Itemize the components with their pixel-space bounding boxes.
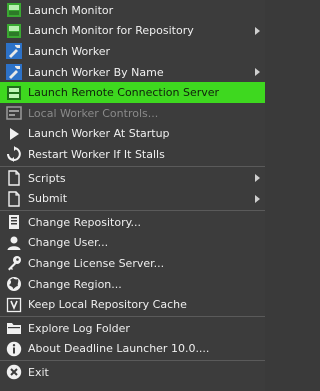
menu-item-label: Change User... (28, 236, 109, 250)
menu-item-explore-log-folder[interactable]: Explore Log Folder (0, 318, 265, 339)
menu-item-label: Scripts (28, 171, 66, 185)
file-icon (6, 190, 22, 207)
menu-item-label: Launch Monitor for Repository (28, 24, 194, 38)
menu-item-label: Change Repository... (28, 215, 142, 229)
menu-item-launch-monitor[interactable]: Launch Monitor (0, 0, 265, 21)
menu-item-submit[interactable]: Submit (0, 188, 265, 209)
repository-icon (6, 214, 22, 230)
menu-item-label: Change License Server... (28, 256, 165, 270)
monitor-icon (6, 23, 22, 39)
menu-item-label: Restart Worker If It Stalls (28, 147, 165, 161)
submenu-arrow-icon (255, 68, 260, 77)
controls-icon (6, 105, 22, 121)
menu-item-launch-worker[interactable]: Launch Worker (0, 41, 265, 62)
menu-item-launch-worker-by-name[interactable]: Launch Worker By Name (0, 62, 265, 83)
file-icon (6, 170, 22, 186)
menu-item-label: Submit (28, 192, 68, 206)
worker-icon (6, 43, 22, 60)
monitor-icon (6, 2, 22, 18)
folder-icon (6, 320, 22, 336)
menu-item-change-region[interactable]: Change Region... (0, 274, 265, 295)
menu-item-label: Launch Worker At Startup (28, 127, 170, 141)
menu-separator (0, 209, 265, 211)
info-icon (6, 341, 22, 357)
menu-item-label: Change Region... (28, 277, 122, 291)
submenu-arrow-icon (255, 194, 260, 203)
menu-item-restart-worker-if-it-stalls[interactable]: Restart Worker If It Stalls (0, 144, 265, 165)
globe-icon (6, 276, 22, 292)
play-icon (6, 126, 22, 142)
menu-item-label: Launch Remote Connection Server (28, 86, 220, 100)
exit-icon (6, 364, 22, 380)
menu-item-keep-local-repository-cache[interactable]: Keep Local Repository Cache (0, 294, 265, 315)
deadline-launcher-context-menu: Launch Monitor Launch Monitor for Reposi… (0, 0, 265, 391)
menu-item-label: Local Worker Controls... (28, 106, 159, 120)
menu-separator (0, 360, 265, 362)
menu-item-change-user[interactable]: Change User... (0, 233, 265, 254)
menu-item-label: Launch Worker By Name (28, 65, 164, 79)
restart-icon (6, 146, 22, 163)
menu-item-change-repository[interactable]: Change Repository... (0, 212, 265, 233)
user-icon (6, 235, 22, 251)
menu-item-label: Explore Log Folder (28, 321, 130, 335)
menu-item-local-worker-controls: Local Worker Controls... (0, 103, 265, 124)
submenu-arrow-icon (255, 174, 260, 183)
menu-item-label: Launch Worker (28, 44, 111, 58)
menu-item-launch-monitor-for-repository[interactable]: Launch Monitor for Repository (0, 21, 265, 42)
menu-item-about-deadline-launcher[interactable]: About Deadline Launcher 10.0.... (0, 339, 265, 360)
key-icon (6, 255, 22, 271)
menu-item-change-license-server[interactable]: Change License Server... (0, 253, 265, 274)
menu-separator (0, 165, 265, 167)
menu-item-label: About Deadline Launcher 10.0.... (28, 342, 210, 356)
menu-item-launch-remote-connection-server[interactable]: Launch Remote Connection Server (0, 82, 265, 103)
menu-item-exit[interactable]: Exit (0, 362, 265, 383)
server-icon (6, 85, 22, 101)
menu-item-launch-worker-at-startup[interactable]: Launch Worker At Startup (0, 124, 265, 145)
menu-item-label: Exit (28, 365, 49, 379)
menu-item-label: Keep Local Repository Cache (28, 298, 187, 312)
menu-item-label: Launch Monitor (28, 3, 114, 17)
menu-separator (0, 315, 265, 317)
submenu-arrow-icon (255, 26, 260, 35)
menu-item-scripts[interactable]: Scripts (0, 168, 265, 189)
checkbox-icon (6, 297, 22, 313)
worker-icon (6, 64, 22, 81)
